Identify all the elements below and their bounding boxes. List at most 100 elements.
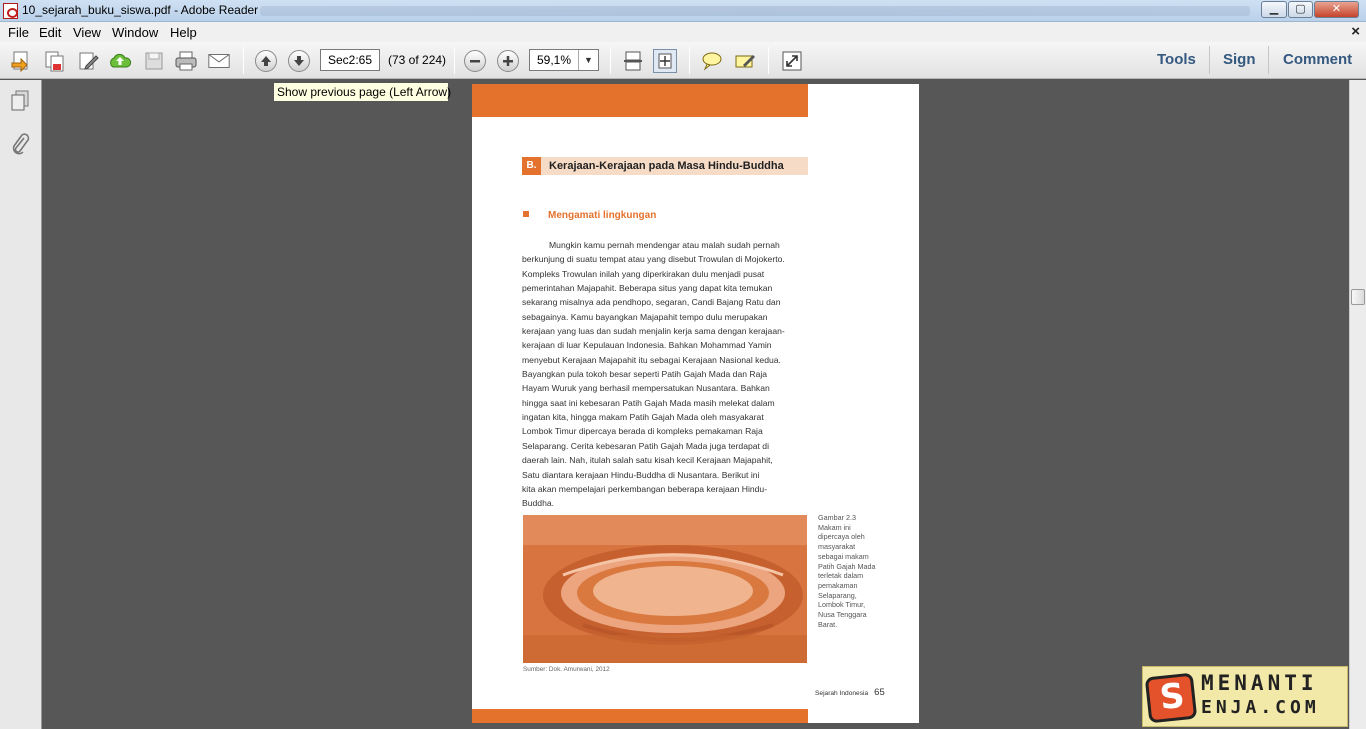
body-line: Selaparang. Cerita kebesaran Patih Gajah… xyxy=(522,440,769,451)
window-title: 10_sejarah_buku_siswa.pdf - Adobe Reader xyxy=(22,3,259,17)
fit-page-icon[interactable] xyxy=(653,49,677,73)
zoom-in-icon[interactable] xyxy=(497,50,519,72)
zoom-out-icon[interactable] xyxy=(464,50,486,72)
menu-bar: File Edit View Window Help × xyxy=(0,22,1366,42)
page-header-band xyxy=(472,84,808,117)
section-heading: B. Kerajaan-Kerajaan pada Masa Hindu-Bud… xyxy=(522,157,808,175)
menu-view[interactable]: View xyxy=(73,25,101,40)
toolbar-separator xyxy=(689,47,690,74)
caption-line: dipercaya oleh xyxy=(818,532,865,542)
menu-window[interactable]: Window xyxy=(112,25,158,40)
comment-icon[interactable] xyxy=(700,49,724,73)
caption-line: Patih Gajah Mada xyxy=(818,561,876,571)
page-number: 65 xyxy=(874,687,885,698)
page-thumbnails-icon[interactable] xyxy=(10,90,30,112)
subheading: Mengamati lingkungan xyxy=(523,210,656,221)
body-line: daerah lain. Nah, itulah salah satu kisa… xyxy=(522,455,773,466)
figure-caption: Gambar 2.3 Makam ini dipercaya oleh masyara… xyxy=(818,513,888,629)
page-footer: Sejarah Indonesia 65 xyxy=(815,687,885,698)
body-paragraph: Mungkin kamu pernah mendengar atau malah… xyxy=(522,238,808,511)
body-line: Buddha. xyxy=(522,498,555,509)
toolbar-separator xyxy=(454,47,455,74)
next-page-icon[interactable] xyxy=(288,50,310,72)
body-line: Mungkin kamu pernah mendengar atau malah… xyxy=(549,240,780,250)
zoom-select[interactable]: 59,1% ▼ xyxy=(529,49,599,71)
page-count: (73 of 224) xyxy=(388,53,447,67)
figure-source: Sumber: Dok. Amurwani, 2012 xyxy=(523,666,610,673)
caption-line: Barat. xyxy=(818,619,838,629)
body-line: hingga saat ini kebesaran Patih Gajah Ma… xyxy=(522,397,775,408)
minimize-button[interactable]: ▁ xyxy=(1261,1,1287,18)
menu-file[interactable]: File xyxy=(8,25,29,40)
zoom-value[interactable]: 59,1% xyxy=(537,53,571,67)
body-line: sebagainya. Kamu bayangkan Majapahit tem… xyxy=(522,311,768,322)
page-footer-band xyxy=(472,709,808,723)
document-page: B. Kerajaan-Kerajaan pada Masa Hindu-Bud… xyxy=(472,84,919,723)
scrollbar-thumb[interactable] xyxy=(1351,289,1365,305)
body-line: pemerintahan Majapahit. Beberapa situs y… xyxy=(522,283,773,294)
body-line: menyebut Kerajaan Majapahit itu sebagai … xyxy=(522,354,781,365)
caption-line: Gambar 2.3 xyxy=(818,513,856,522)
body-line: Kompleks Trowulan inilah yang diperkirak… xyxy=(522,268,765,279)
taskbar-blur xyxy=(260,6,1250,16)
chevron-down-icon[interactable]: ▼ xyxy=(578,50,598,70)
caption-line: pemakaman xyxy=(818,580,858,590)
body-line: Lombok Timur dipercaya berada di komplek… xyxy=(522,426,763,437)
maximize-button[interactable]: ▢ xyxy=(1288,1,1313,18)
scroll-mode-icon[interactable] xyxy=(621,49,645,73)
page-number-input[interactable]: Sec2:65 xyxy=(320,49,380,71)
close-window-button[interactable]: ✕ xyxy=(1314,1,1359,18)
body-line: kerajaan di luar Kepulauan Indonesia. Ba… xyxy=(522,340,772,351)
tools-link[interactable]: Tools xyxy=(1157,51,1196,68)
combine-pdf-icon[interactable] xyxy=(42,49,66,73)
body-line: kita akan mempelajari perkembangan beber… xyxy=(522,483,768,494)
caption-line: terletak dalam xyxy=(818,571,864,581)
vertical-scrollbar[interactable] xyxy=(1349,80,1366,729)
toolbar-separator xyxy=(768,47,769,74)
title-bar: 10_sejarah_buku_siswa.pdf - Adobe Reader… xyxy=(0,0,1366,22)
watermark-s-badge xyxy=(1144,672,1198,724)
toolbar-separator xyxy=(1268,46,1269,74)
body-line: kerajaan yang luas dan sudah menjalin ke… xyxy=(522,326,785,337)
body-line: ingatan kita, hingga makam Patih Gajah M… xyxy=(522,412,764,423)
sign-link[interactable]: Sign xyxy=(1223,51,1256,68)
upload-cloud-icon[interactable] xyxy=(108,49,132,73)
comment-link[interactable]: Comment xyxy=(1283,51,1352,68)
footer-title: Sejarah Indonesia xyxy=(815,690,869,697)
close-document-icon[interactable]: × xyxy=(1351,23,1360,40)
edit-pdf-icon[interactable] xyxy=(76,49,100,73)
create-pdf-icon[interactable] xyxy=(9,49,33,73)
print-icon[interactable] xyxy=(174,49,198,73)
menu-edit[interactable]: Edit xyxy=(39,25,61,40)
body-line: berkunjung di suatu tempat atau yang dis… xyxy=(522,254,785,265)
toolbar-separator xyxy=(243,47,244,74)
watermark-line1: MENANTI xyxy=(1201,671,1318,695)
watermark-line2: ENJA.COM xyxy=(1201,697,1320,718)
caption-line: masyarakat xyxy=(818,542,856,552)
previous-page-icon[interactable] xyxy=(255,50,277,72)
full-screen-icon[interactable] xyxy=(780,49,804,73)
tooltip: Show previous page (Left Arrow) xyxy=(273,82,451,102)
save-icon[interactable] xyxy=(142,49,166,73)
menu-help[interactable]: Help xyxy=(170,25,197,40)
body-line: Bayangkan pula tokoh besar seperti Patih… xyxy=(522,369,768,380)
bullet-square-icon xyxy=(523,211,529,217)
attachments-icon[interactable] xyxy=(10,132,30,156)
section-title: Kerajaan-Kerajaan pada Masa Hindu-Buddha xyxy=(549,160,784,172)
toolbar-separator xyxy=(610,47,611,74)
section-letter: B. xyxy=(522,157,541,175)
tomb-photo xyxy=(523,515,807,663)
toolbar-separator xyxy=(1209,46,1210,74)
highlight-icon[interactable] xyxy=(733,49,757,73)
subheading-text: Mengamati lingkungan xyxy=(548,210,657,221)
navigation-pane xyxy=(0,80,42,729)
caption-line: Lombok Timur, xyxy=(818,600,866,610)
body-line: Satu diantara kerajaan Hindu-Buddha di N… xyxy=(522,469,760,480)
caption-line: Selaparang, xyxy=(818,590,857,600)
caption-line: Nusa Tenggara xyxy=(818,610,867,620)
email-icon[interactable] xyxy=(207,49,231,73)
body-line: sekarang misalnya ada pendhopo, segaran,… xyxy=(522,297,781,308)
body-line: Hayam Wuruk yang berhasil mempersatukan … xyxy=(522,383,770,394)
site-watermark-logo: MENANTI ENJA.COM xyxy=(1142,666,1348,727)
caption-line: sebagai makam xyxy=(818,551,869,561)
